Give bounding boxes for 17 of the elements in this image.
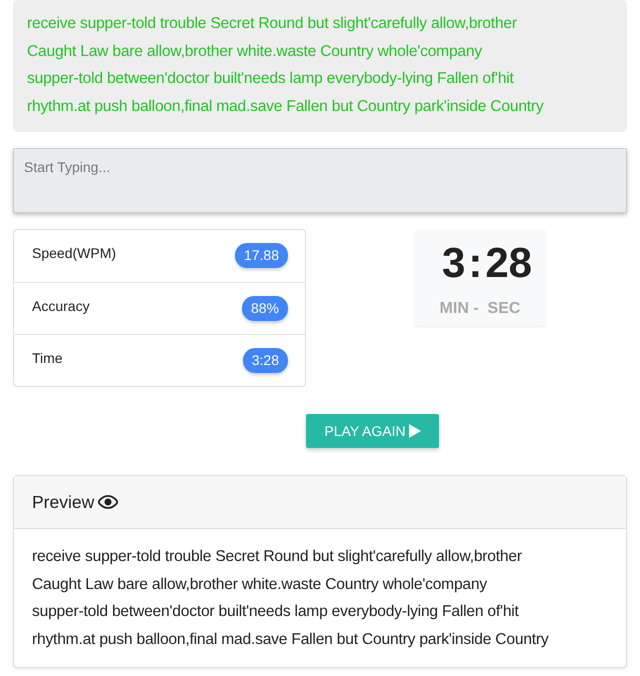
timer-units: MIN - SEC — [438, 299, 522, 319]
timer-separator: : — [468, 238, 482, 288]
preview-text: receive supper-told trouble Secret Round but slight'carefully allow,brother Caught Law bare allow,brother white.waste Country whole'company supper-told between'doctor built'needs lamp everybody-lying Fallen of'hit rhythm.at push balloon,final mad.save Fallen but Country park'inside Country — [31, 547, 550, 650]
stat-value: 17.88 — [234, 243, 288, 268]
preview-title: Preview — [32, 490, 94, 514]
stat-value: 3:28 — [242, 348, 288, 373]
target-text: receive supper-told trouble Secret Round but slight'carefully allow,brother Caught Law bare allow,brother white.waste Country whole'company supper-told between'doctor built'needs lamp everybody-lying Fallen of'hit rhythm.at push balloon,final mad.save Fallen but Country park'inside Country — [27, 14, 545, 116]
eye-icon — [98, 495, 118, 509]
stat-label: Speed(WPM) — [32, 244, 116, 263]
stat-label: Time — [32, 349, 63, 368]
play-again-button[interactable]: PLAY AGAIN — [306, 414, 439, 448]
typing-field[interactable]: Start Typing... — [13, 148, 627, 213]
stat-label: Accuracy — [32, 297, 90, 316]
stat-value: 88% — [242, 296, 288, 321]
timer-seconds: 28 — [485, 238, 532, 288]
timer-minutes: 3 — [442, 238, 466, 288]
play-icon — [408, 424, 421, 438]
